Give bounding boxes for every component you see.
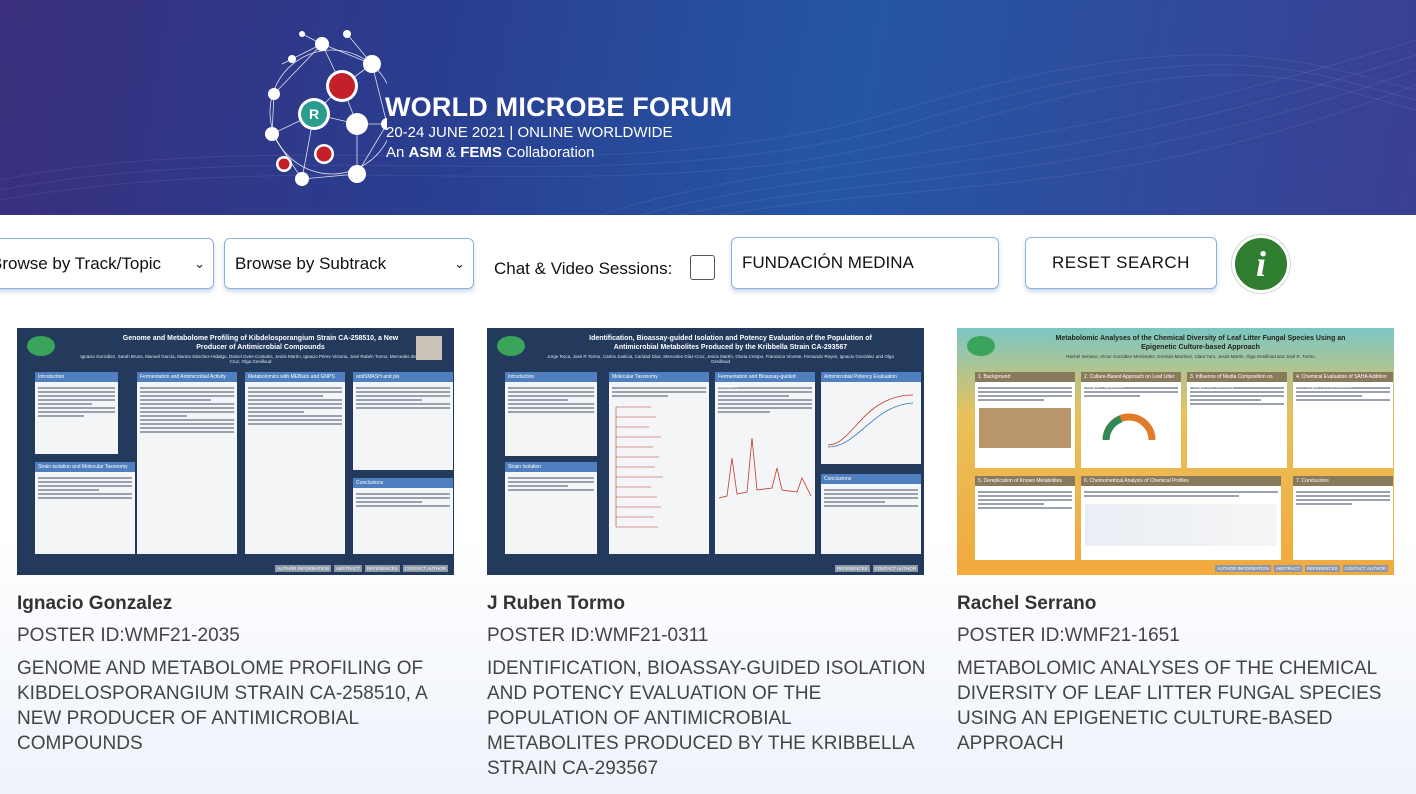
poster-title[interactable]: IDENTIFICATION, BIOASSAY-GUIDED ISOLATIO… [487,656,927,781]
poster-title[interactable]: METABOLOMIC ANALYSES OF THE CHEMICAL DIV… [957,656,1397,756]
poster-thumb-title: Genome and Metabolome Profiling of Kibde… [122,335,399,351]
collab-amp: & [446,144,457,161]
poster-footer-tags: AUTHOR INFORMATION ABSTRACT REFERENCES C… [275,565,448,572]
poster-section: Introduction [35,372,118,454]
svg-text:R: R [309,106,319,122]
collab-prefix: An [386,144,405,161]
poster-thumbnail[interactable]: Metabolomic Analyses of the Chemical Div… [957,328,1394,575]
poster-thumb-title: Metabolomic Analyses of the Chemical Div… [1055,335,1346,351]
gauge-chart [1102,413,1156,441]
poster-thumbnail[interactable]: Genome and Metabolome Profiling of Kibde… [17,328,454,575]
poster-footer-tags: AUTHOR INFORMATION ABSTRACT REFERENCES C… [1215,565,1388,572]
poster-thumb-authors: Rachel Serrano, Víctor González-Menéndez… [1066,354,1315,359]
fundacion-medina-logo [967,336,995,356]
poster-card[interactable]: Genome and Metabolome Profiling of Kibde… [17,328,457,756]
poster-section: Conclusions [353,478,453,554]
poster-author: Rachel Serrano [957,593,1097,614]
poster-id: POSTER ID:WMF21-0311 [487,625,709,646]
event-banner: R WORLD MICROBE FORUM 20-24 JUNE 2021 | … [0,0,1416,215]
author-photo [416,336,442,360]
poster-author: Ignacio Gonzalez [17,593,173,614]
poster-section: Strain Isolation [505,462,597,554]
chevron-down-icon: ⌄ [454,255,465,271]
reset-search-button[interactable]: RESET SEARCH [1025,237,1217,289]
event-collaboration: An ASM & FEMS Collaboration [386,144,594,161]
poster-section: 5. Dereplication of Known Metabolites [975,476,1075,560]
fundacion-medina-logo [497,336,525,356]
subtrack-select[interactable]: Browse by Subtrack ⌄ [224,238,474,289]
poster-section: antiSMASH and pls [353,372,453,470]
poster-thumb-authors: Ignacio González, Sarah Bruns, Manuel Ga… [80,354,421,364]
event-dates: 20-24 JUNE 2021 | ONLINE WORLDWIDE [386,124,673,141]
poster-thumb-authors: Jorge Roca, José R Tormo, Carlos Justici… [547,354,894,364]
poster-section: 7. Conclusions [1293,476,1393,560]
potency-curve-chart [827,394,914,448]
leaf-litter-image [979,408,1071,448]
info-icon[interactable]: i [1232,235,1290,293]
poster-section: 2. Culture-Based Approach on Leaf Litter… [1081,372,1181,468]
poster-section: 1. Background [975,372,1075,468]
poster-section: Metabolomics with MEBiuto and GNPS [245,372,345,554]
poster-section: Introduction [505,372,597,456]
subtrack-select-label: Browse by Subtrack [235,253,387,273]
chevron-down-icon: ⌄ [194,255,205,271]
poster-id: POSTER ID:WMF21-1651 [957,625,1180,646]
poster-footer-tags: REFERENCES CONTACT AUTHOR [834,565,918,572]
collab-suffix: Collaboration [506,144,595,161]
chemometric-plots [1085,504,1277,546]
chat-video-label: Chat & Video Sessions: [494,259,673,278]
poster-card[interactable]: Metabolomic Analyses of the Chemical Div… [957,328,1397,756]
chromatogram-chart [718,437,812,499]
poster-section: Antimicrobial Potency Evaluation [821,372,921,464]
poster-section: Molecular Taxonomy [609,372,709,554]
world-microbe-forum-logo: R [265,30,387,186]
poster-section: Fermentation and Antimicrobial Activity [137,372,237,554]
poster-card[interactable]: Identification, Bioassay-guided Isolatio… [487,328,927,781]
poster-author: J Ruben Tormo [487,593,625,614]
fundacion-medina-logo [27,336,55,356]
poster-section: Conclusions [821,474,921,554]
poster-section: Strain isolation and Molecular Taxonomy [35,462,135,554]
phylogenetic-tree [615,406,663,528]
poster-id: POSTER ID:WMF21-2035 [17,625,240,646]
track-topic-select[interactable]: Browse by Track/Topic ⌄ [0,238,214,289]
poster-thumbnail[interactable]: Identification, Bioassay-guided Isolatio… [487,328,924,575]
chat-video-checkbox[interactable] [690,255,715,280]
poster-section: Fermentation and Bioassay-guided Isolati… [715,372,815,554]
poster-section: 6. Chemometrical Analysis of Chemical Pr… [1081,476,1281,560]
track-topic-select-label: Browse by Track/Topic [0,253,162,273]
search-input[interactable] [731,237,999,289]
poster-section: 4. Chemical Evaluation of SAHA Addition … [1293,372,1393,468]
poster-thumb-title: Identification, Bioassay-guided Isolatio… [589,335,872,351]
collab-asm: ASM [408,144,442,161]
poster-section: 3. Influence of Media Composition on Fun… [1187,372,1287,468]
event-title: WORLD MICROBE FORUM [385,92,733,122]
poster-title[interactable]: GENOME AND METABOLOME PROFILING OF KIBDE… [17,656,457,756]
collab-fems: FEMS [460,144,502,161]
